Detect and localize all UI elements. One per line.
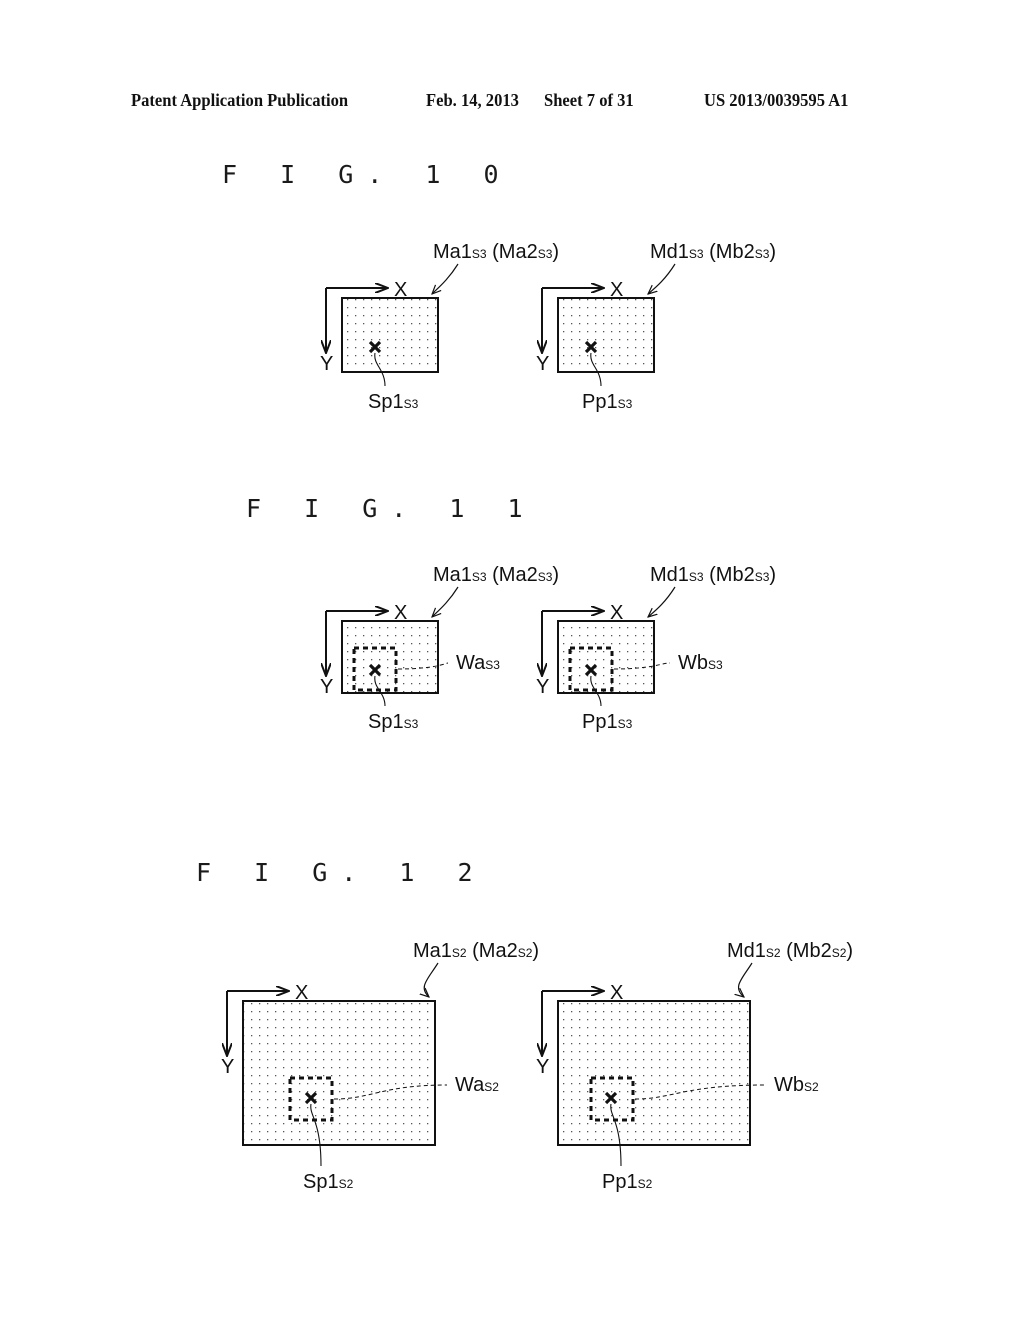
fig11-panel1-window-label: WaS3	[456, 652, 500, 674]
fig11-panel1-map	[341, 620, 439, 694]
fig11-panel2-map-label: Md1S3 (Mb2S3)	[650, 564, 776, 586]
fig10-panel1-y-label: Y	[320, 353, 333, 375]
fig10-panel1-x-label: X	[394, 279, 407, 301]
fig10-panel2-map	[557, 297, 655, 373]
fig11-panel2-point-label: Pp1S3	[582, 711, 633, 733]
fig10-panel2-point-label: Pp1S3	[582, 391, 633, 413]
figure-drawings: X Y Ma1S3 (Ma2S3) Sp1S3 X Y Md1S3 (Mb2S3) Pp1S3…	[221, 241, 853, 1193]
fig12-panel1-y-label: Y	[221, 1056, 234, 1078]
fig10-panel1-point-label: Sp1S3	[368, 391, 419, 413]
fig11-panel2-map-leader	[648, 586, 676, 617]
fig10-panel1-map	[341, 297, 439, 373]
fig11-panel2-window-label: WbS3	[678, 652, 723, 674]
fig10-panel1-map-leader	[432, 263, 459, 294]
fig12-panel1-map	[242, 1000, 436, 1146]
fig12-panel1-point-label: Sp1S2	[303, 1171, 354, 1193]
fig12-panel2-x-label: X	[610, 982, 623, 1004]
fig10-panel2-map-leader	[648, 263, 676, 294]
fig12-panel2-window-label: WbS2	[774, 1074, 819, 1096]
fig12-panel2-point-label: Pp1S2	[602, 1171, 653, 1193]
fig12-panel2-y-label: Y	[536, 1056, 549, 1078]
fig12-panel2-map-label: Md1S2 (Mb2S2)	[727, 940, 853, 962]
fig12-panel1-window-label: WaS2	[455, 1074, 499, 1096]
fig11-panel1-map-leader	[432, 586, 459, 617]
fig10-panel1-map-label: Ma1S3 (Ma2S3)	[433, 241, 559, 263]
fig11-panel1-point-label: Sp1S3	[368, 711, 419, 733]
fig10-panel2-map-label: Md1S3 (Mb2S3)	[650, 241, 776, 263]
fig12-panel2-map	[557, 1000, 751, 1146]
fig11-panel1-y-label: Y	[320, 676, 333, 698]
fig12-panel1-map-label: Ma1S2 (Ma2S2)	[413, 940, 539, 962]
fig10-panel2-y-label: Y	[536, 353, 549, 375]
fig11-panel2-x-label: X	[610, 602, 623, 624]
fig11-panel2-y-label: Y	[536, 676, 549, 698]
fig12-panel2-map-leader	[739, 962, 753, 997]
fig11-panel1-map-label: Ma1S3 (Ma2S3)	[433, 564, 559, 586]
fig11-panel1-x-label: X	[394, 602, 407, 624]
fig12-panel1-x-label: X	[295, 982, 308, 1004]
fig10-panel2-x-label: X	[610, 279, 623, 301]
fig11-panel2-map	[557, 620, 655, 694]
fig12-panel1-map-leader	[424, 962, 439, 997]
